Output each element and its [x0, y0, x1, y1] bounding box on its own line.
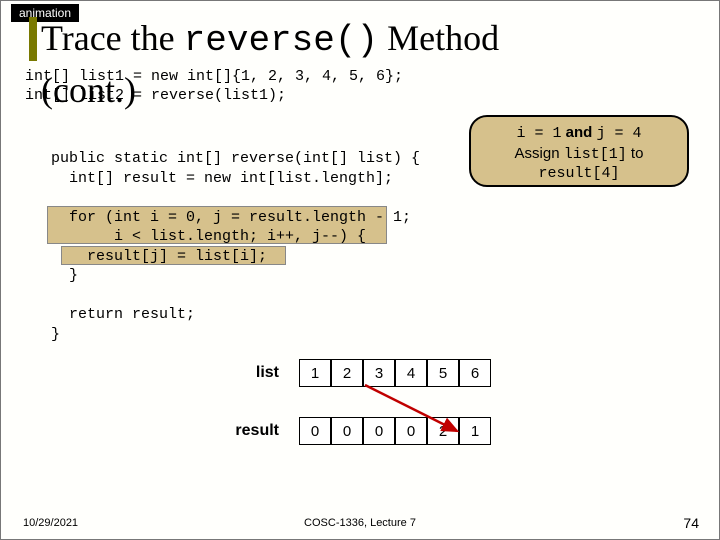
list-cell: 5: [427, 359, 459, 387]
result-cell: 2: [427, 417, 459, 445]
slide-title: Trace the reverse() Method: [41, 17, 499, 61]
list-cells: 1 2 3 4 5 6: [299, 359, 491, 387]
list-cell: 2: [331, 359, 363, 387]
callout-l1b: and: [561, 124, 596, 141]
list-cell: 6: [459, 359, 491, 387]
callout-l2c: to: [627, 145, 644, 162]
cont-label: (cont.): [41, 69, 136, 111]
result-cell: 0: [395, 417, 427, 445]
array-diagram: list 1 2 3 4 5 6 result 0 0 0 0 2 1: [149, 359, 569, 475]
callout-l2b: list[1]: [564, 146, 627, 163]
title-pre: Trace the: [41, 18, 184, 58]
method-code-block: public static int[] reverse(int[] list) …: [51, 149, 420, 344]
footer-center: COSC-1336, Lecture 7: [1, 517, 719, 529]
list-cell: 4: [395, 359, 427, 387]
title-mono: reverse(): [184, 20, 378, 61]
result-label: result: [149, 422, 299, 440]
trace-callout: i = 1 and j = 4 Assign list[1] to result…: [469, 115, 689, 187]
list-cell: 1: [299, 359, 331, 387]
title-accent-bar: [29, 17, 37, 61]
result-array-row: result 0 0 0 0 2 1: [149, 417, 569, 445]
callout-l1a: i = 1: [516, 125, 561, 142]
footer-page: 74: [683, 515, 699, 531]
list-label: list: [149, 364, 299, 382]
result-cell: 0: [363, 417, 395, 445]
result-cell: 1: [459, 417, 491, 445]
callout-l2a: Assign: [515, 145, 564, 162]
result-cell: 0: [299, 417, 331, 445]
list-array-row: list 1 2 3 4 5 6: [149, 359, 569, 387]
callout-l1c: j = 4: [597, 125, 642, 142]
list-cell: 3: [363, 359, 395, 387]
callout-line3: result[4]: [471, 164, 687, 184]
result-cell: 0: [331, 417, 363, 445]
callout-line2: Assign list[1] to: [471, 144, 687, 165]
title-post: Method: [378, 18, 499, 58]
result-cells: 0 0 0 0 2 1: [299, 417, 491, 445]
callout-line1: i = 1 and j = 4: [471, 123, 687, 144]
